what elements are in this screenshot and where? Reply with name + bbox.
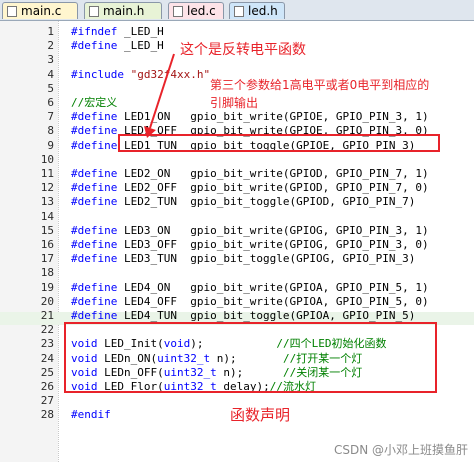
tab-main-c[interactable]: main.c: [2, 2, 78, 19]
line-number: 28: [40, 408, 54, 421]
code-line[interactable]: 10: [0, 153, 474, 166]
line-number: 12: [40, 181, 54, 194]
c-file-icon: [7, 5, 17, 17]
line-number: 5: [47, 82, 54, 95]
line-number: 19: [40, 281, 54, 294]
code-text: //宏定义: [71, 96, 118, 109]
line-number: 7: [47, 110, 54, 123]
declaration-annotation: 函数声明: [230, 406, 291, 424]
line-number: 2: [47, 39, 54, 52]
line-number: 4: [47, 68, 54, 81]
line-number: 24: [40, 352, 54, 365]
line-number: 17: [40, 252, 54, 265]
watermark: CSDN @小邓上班摸鱼肝: [333, 443, 468, 457]
line-number: 14: [40, 210, 54, 223]
code-line[interactable]: 20 #define LED4_OFF gpio_bit_write(GPIOA,…: [0, 295, 474, 308]
code-text: #define LED4_TUN gpio_bit_toggle(GPIOA, …: [71, 309, 416, 322]
line-number: 25: [40, 366, 54, 379]
tab-label: led.h: [248, 4, 278, 18]
line-number: 21: [40, 309, 54, 322]
code-line[interactable]: 11 #define LED2_ON gpio_bit_write(GPIOD, …: [0, 167, 474, 180]
tab-led-c[interactable]: led.c: [168, 2, 224, 19]
toggle-annotation: 这个是反转电平函数: [180, 42, 306, 58]
code-line[interactable]: 7 #define LED1_ON gpio_bit_write(GPIOE, G…: [0, 110, 474, 123]
line-number: 3: [47, 53, 54, 66]
code-line[interactable]: 19 #define LED4_ON gpio_bit_write(GPIOA, …: [0, 281, 474, 294]
line-number: 15: [40, 224, 54, 237]
line-number: 20: [40, 295, 54, 308]
code-text: #define LED2_TUN gpio_bit_toggle(GPIOD, …: [71, 195, 416, 208]
code-text: #define LED3_OFF gpio_bit_write(GPIOG, G…: [71, 238, 429, 251]
param-annotation-line1: 第三个参数给1高电平或者0电平到相应的: [210, 78, 430, 92]
line-number: 22: [40, 323, 54, 336]
code-text: #define LED4_ON gpio_bit_write(GPIOA, GP…: [71, 281, 429, 294]
tab-label: main.h: [103, 4, 145, 18]
editor-tab-bar: main.c main.h led.c led.h: [0, 0, 474, 21]
line-number: 8: [47, 124, 54, 137]
code-line[interactable]: 15 #define LED3_ON gpio_bit_write(GPIOG, …: [0, 224, 474, 237]
code-line[interactable]: 16 #define LED3_OFF gpio_bit_write(GPIOG,…: [0, 238, 474, 251]
h-file-icon: [89, 5, 99, 17]
code-line[interactable]: 13 #define LED2_TUN gpio_bit_toggle(GPIOD…: [0, 195, 474, 208]
line-number: 6: [47, 96, 54, 109]
line-number: 26: [40, 380, 54, 393]
code-text: #define LED2_OFF gpio_bit_write(GPIOD, G…: [71, 181, 429, 194]
declaration-highlight-box: [64, 322, 437, 393]
line-number: 13: [40, 195, 54, 208]
line-number: 1: [47, 25, 54, 38]
code-line[interactable]: 12 #define LED2_OFF gpio_bit_write(GPIOD,…: [0, 181, 474, 194]
code-text: #define LED3_TUN gpio_bit_toggle(GPIOG, …: [71, 252, 416, 265]
line-number: 18: [40, 266, 54, 279]
tab-label: main.c: [21, 4, 62, 18]
h-file-icon: [234, 5, 244, 17]
c-file-icon: [173, 5, 183, 17]
tab-main-h[interactable]: main.h: [84, 2, 162, 19]
code-text: #define LED3_ON gpio_bit_write(GPIOG, GP…: [71, 224, 429, 237]
line-number: 11: [40, 167, 54, 180]
code-text: #define LED4_OFF gpio_bit_write(GPIOA, G…: [71, 295, 429, 308]
code-line[interactable]: 17 #define LED3_TUN gpio_bit_toggle(GPIOG…: [0, 252, 474, 265]
line-number: 9: [47, 139, 54, 152]
code-text: #define LED2_ON gpio_bit_write(GPIOD, GP…: [71, 167, 429, 180]
code-text: #endif: [71, 408, 111, 421]
code-line[interactable]: 1 #ifndef _LED_H: [0, 25, 474, 38]
line-number: 16: [40, 238, 54, 251]
code-text: #ifndef _LED_H: [71, 25, 164, 38]
line-number: 23: [40, 337, 54, 350]
param-annotation-line2: 引脚输出: [210, 96, 259, 110]
code-line[interactable]: 14: [0, 210, 474, 223]
code-line[interactable]: 18: [0, 266, 474, 279]
tab-led-h[interactable]: led.h: [229, 2, 285, 19]
tab-label: led.c: [187, 4, 216, 18]
annotation-arrow: [144, 53, 175, 138]
line-number: 27: [40, 394, 54, 407]
line-number: 10: [40, 153, 54, 166]
code-text: #define LED1_ON gpio_bit_write(GPIOE, GP…: [71, 110, 429, 123]
code-line[interactable]: 21 #define LED4_TUN gpio_bit_toggle(GPIOA…: [0, 309, 474, 322]
